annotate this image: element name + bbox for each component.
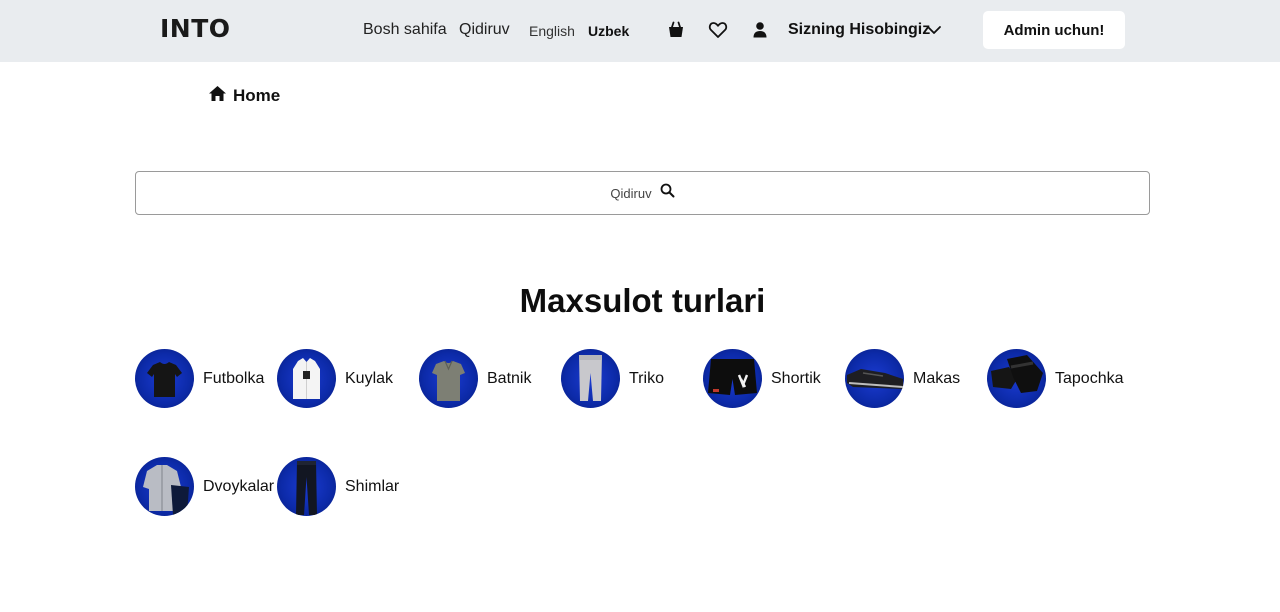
category-batnik[interactable]: Batnik [419,349,531,408]
category-shimlar[interactable]: Shimlar [277,457,399,516]
category-thumbnail [277,349,336,408]
category-label: Shortik [771,369,821,387]
category-triko[interactable]: Triko [561,349,664,408]
search-placeholder: Qidiruv [610,185,652,201]
category-kuylak[interactable]: Kuylak [277,349,393,408]
category-label: Kuylak [345,369,394,387]
nav-link-home[interactable]: Bosh sahifa [363,21,447,39]
category-futbolka[interactable]: Futbolka [135,349,264,408]
category-thumbnail [419,349,478,408]
account-dropdown[interactable]: Sizning Hisobingiz [788,21,941,39]
search-icon [660,183,675,203]
category-thumbnail [135,457,194,516]
home-icon [208,85,227,107]
breadcrumb[interactable]: Home [208,85,280,107]
top-navbar: INTO Bosh sahifa Qidiruv English Uzbek S… [0,0,1280,62]
category-makas[interactable]: Makas [845,349,960,408]
category-thumbnail [987,349,1046,408]
search-input[interactable]: Qidiruv [135,171,1150,215]
category-label: Shimlar [345,477,400,495]
section-title: Maxsulot turlari [519,282,766,319]
category-thumbnail [561,349,620,408]
admin-button[interactable]: Admin uchun! [983,11,1125,49]
category-label: Triko [629,369,664,387]
category-label: Futbolka [203,369,265,387]
category-label: Tapochka [1055,369,1124,387]
category-dvoykalar[interactable]: Dvoykalar [135,457,274,516]
language-uzbek[interactable]: Uzbek [588,23,629,39]
language-english[interactable]: English [529,23,575,39]
brand-logo[interactable]: INTO [160,14,231,43]
breadcrumb-home: Home [233,86,281,105]
basket-icon[interactable] [666,20,686,40]
nav-link-search[interactable]: Qidiruv [459,21,510,39]
category-label: Dvoykalar [203,477,275,495]
category-label: Makas [913,369,961,387]
category-thumbnail [703,349,762,408]
category-shortik[interactable]: Shortik [703,349,821,408]
user-icon[interactable] [750,20,770,40]
category-thumbnail [845,349,904,408]
account-label: Sizning Hisobingiz [788,21,931,38]
category-tapochka[interactable]: Tapochka [987,349,1124,408]
category-thumbnail [135,349,194,408]
category-label: Batnik [487,369,532,387]
category-thumbnail [277,457,336,516]
chevron-down-icon [926,23,942,37]
heart-icon[interactable] [708,20,728,40]
